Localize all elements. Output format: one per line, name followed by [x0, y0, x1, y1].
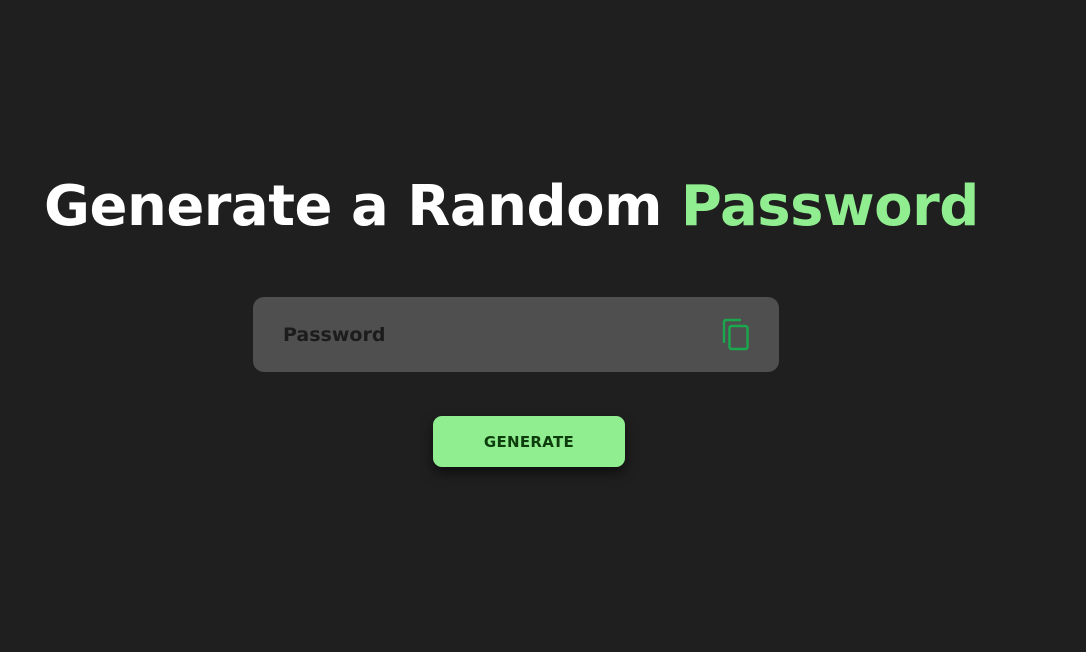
- copy-button[interactable]: [716, 315, 756, 355]
- password-input[interactable]: [253, 297, 693, 372]
- title-highlight: Password: [680, 174, 979, 239]
- page: Generate a Random Password GENERATE: [0, 0, 1086, 652]
- generate-button[interactable]: GENERATE: [433, 416, 625, 467]
- password-container: [253, 297, 779, 372]
- title-text: Generate a Random: [44, 174, 681, 239]
- page-title: Generate a Random Password: [44, 170, 979, 244]
- copy-icon: [722, 318, 749, 351]
